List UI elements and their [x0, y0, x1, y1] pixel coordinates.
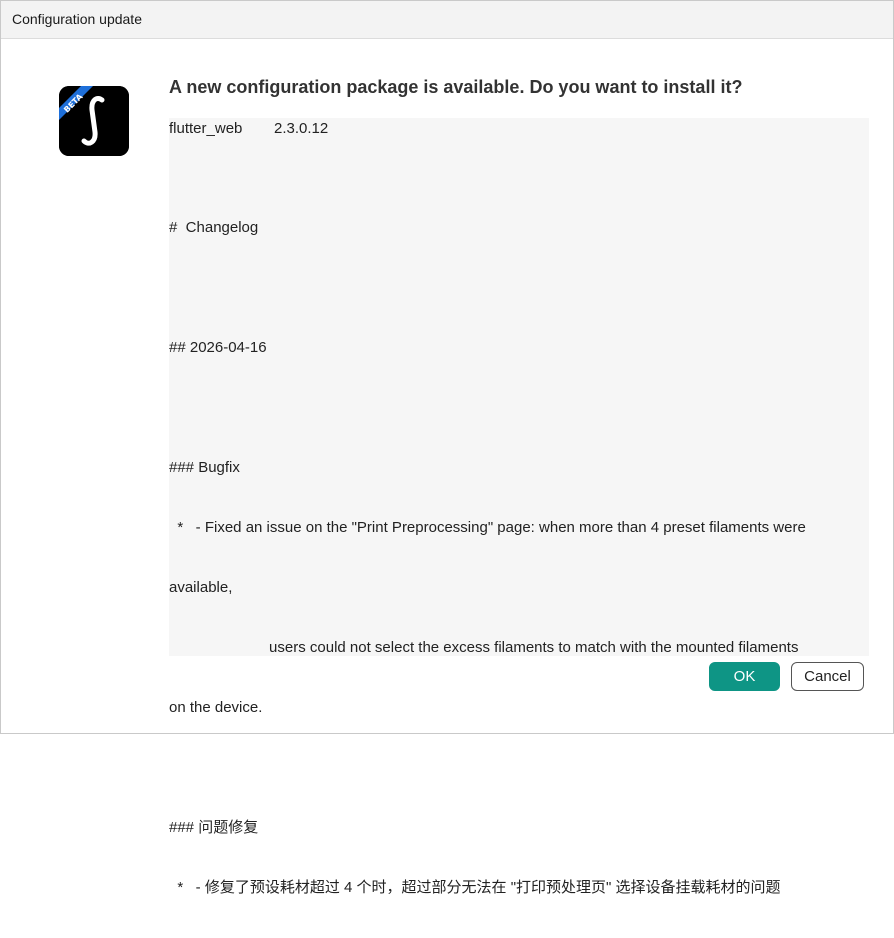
package-version: 2.3.0.12 [274, 120, 329, 137]
bugfix-line: available, [169, 579, 233, 596]
bugfix-line: on the device. [169, 699, 263, 716]
ok-button[interactable]: OK [709, 662, 780, 691]
cancel-button[interactable]: Cancel [791, 662, 864, 691]
changelog-text: # Changelog ## 2026-04-16 ### Bugfix * -… [169, 178, 869, 938]
window-title: Configuration update [12, 11, 142, 27]
configuration-update-dialog: Configuration update BETA A new configur… [0, 0, 894, 896]
flutter-web-beta-icon: BETA [59, 86, 129, 156]
title-bar[interactable]: Configuration update [1, 1, 893, 39]
changelog-date: ## 2026-04-16 [169, 339, 267, 356]
changelog-panel[interactable]: flutter_web 2.3.0.12 # Changelog ## 2026… [169, 118, 869, 896]
changelog-heading: # Changelog [169, 219, 259, 236]
dialog-headline: A new configuration package is available… [169, 77, 743, 97]
cn-bugfix-heading: ### 问题修复 [169, 819, 259, 836]
bugfix-line: * - Fixed an issue on the "Print Preproc… [169, 519, 806, 536]
package-name: flutter_web [169, 120, 243, 137]
bugfix-heading: ### Bugfix [169, 459, 240, 476]
cn-bugfix-line: * - 修复了预设耗材超过 4 个时，超过部分无法在 "打印预处理页" 选择设备… [169, 879, 781, 896]
bugfix-line: users could not select the excess filame… [169, 639, 799, 656]
